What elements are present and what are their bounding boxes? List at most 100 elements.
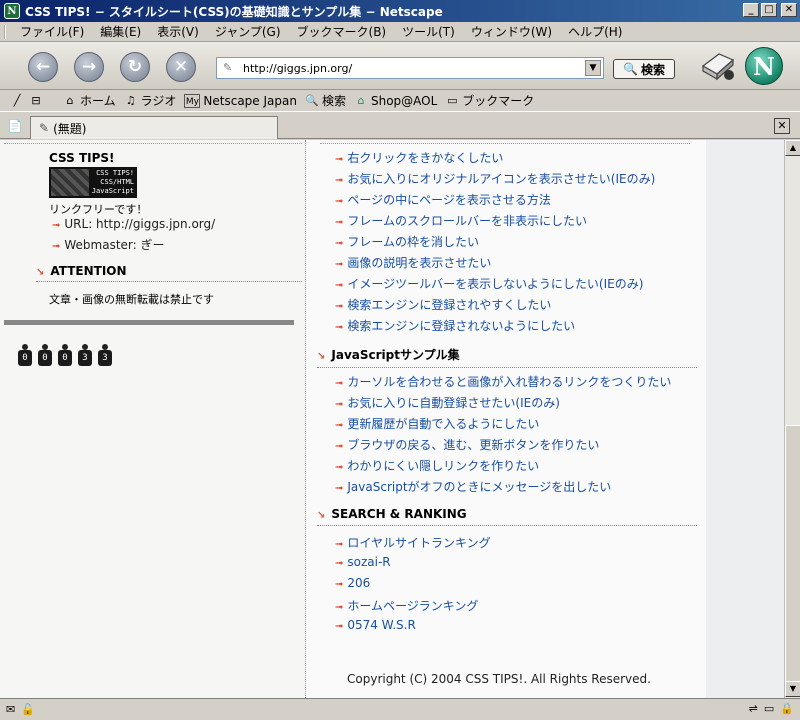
- webmaster-link[interactable]: ➟ Webmaster: ぎー: [52, 236, 165, 253]
- js-link[interactable]: ➟ ブラウザの戻る、進む、更新ボタンを作りたい: [335, 436, 599, 453]
- mail-status-icon[interactable]: ✉: [6, 703, 15, 716]
- link-text: 206: [347, 576, 371, 590]
- scroll-up-button[interactable]: ▲: [785, 140, 800, 156]
- tab-bar: 📄 ✎ (無題) ✕: [0, 113, 800, 139]
- arrow-icon: ➟: [52, 241, 61, 252]
- ranking-link[interactable]: ➟ 206: [335, 576, 370, 590]
- js-link[interactable]: ➟ わかりにくい隠しリンクを作りたい: [335, 457, 539, 474]
- bookmark-label: ラジオ: [140, 94, 177, 108]
- css-link[interactable]: ➟ お気に入りにオリジナルアイコンを表示させたい(IEのみ): [335, 170, 655, 187]
- css-link[interactable]: ➟ フレームのスクロールバーを非表示にしたい: [335, 212, 587, 229]
- bookmark-shop-aol[interactable]: ⌂ Shop@AOL: [354, 94, 437, 108]
- close-window-button[interactable]: ✕: [781, 3, 797, 17]
- arrow-icon: ➟: [335, 441, 344, 452]
- js-link[interactable]: ➟ カーソルを合わせると画像が入れ替わるリンクをつくりたい: [335, 373, 671, 390]
- ranking-link[interactable]: ➟ ロイヤルサイトランキング: [335, 534, 491, 551]
- arrow-icon: ➟: [335, 196, 344, 207]
- back-button[interactable]: ←: [28, 52, 58, 82]
- menu-go[interactable]: ジャンプ(G): [207, 23, 289, 40]
- bookmark-netscape-japan[interactable]: My Netscape Japan: [184, 93, 297, 108]
- arrow-icon: ➟: [335, 579, 344, 590]
- menu-window[interactable]: ウィンドウ(W): [463, 23, 560, 40]
- ranking-link[interactable]: ➟ ホームページランキング: [335, 597, 478, 614]
- access-counter: 0 0 0 3 3: [18, 344, 112, 366]
- maximize-button[interactable]: □: [761, 3, 777, 17]
- netscape-app-icon[interactable]: N: [4, 3, 20, 19]
- link-text: ブラウザの戻る、進む、更新ボタンを作りたい: [347, 438, 600, 452]
- link-text: 検索エンジンに登録されやすくしたい: [347, 298, 552, 312]
- bookmark-radio[interactable]: ♫ ラジオ: [124, 92, 177, 109]
- site-banner[interactable]: CSS TIPS! CSS/HTML JavaScript: [49, 167, 137, 198]
- ranking-link[interactable]: ➟ 0574 W.S.R: [335, 618, 416, 632]
- menu-file[interactable]: ファイル(F): [12, 23, 92, 40]
- forward-button[interactable]: →: [74, 52, 104, 82]
- menubar-grip[interactable]: [4, 24, 8, 39]
- section-heading-text: SEARCH & RANKING: [331, 507, 467, 521]
- connection-icon[interactable]: ⇌: [749, 702, 758, 715]
- menu-bar: ファイル(F) 編集(E) 表示(V) ジャンプ(G) ブックマーク(B) ツー…: [0, 22, 800, 42]
- status-bar: ✉ 🔓 ⇌ ▭ 🔒: [0, 698, 800, 720]
- search-button[interactable]: 🔍 検索: [613, 59, 675, 79]
- css-link[interactable]: ➟ 右クリックをきかなくしたい: [335, 149, 503, 166]
- js-link[interactable]: ➟ お気に入りに自動登録させたい(IEのみ): [335, 394, 560, 411]
- main-top-rule: [320, 143, 690, 144]
- security-icon[interactable]: 🔓: [21, 703, 35, 716]
- netscape-logo-button[interactable]: N: [745, 47, 783, 85]
- scroll-thumb[interactable]: [785, 425, 800, 697]
- lock-icon[interactable]: 🔒: [780, 702, 794, 715]
- offline-icon[interactable]: ▭: [764, 702, 774, 715]
- link-text: カーソルを合わせると画像が入れ替わるリンクをつくりたい: [347, 375, 672, 389]
- link-text: ホームページランキング: [347, 599, 479, 613]
- js-link[interactable]: ➟ JavaScriptがオフのときにメッセージを出したい: [335, 478, 611, 495]
- arrow-icon: ➟: [335, 399, 344, 410]
- reload-button[interactable]: ↻: [120, 52, 150, 82]
- tab-untitled[interactable]: ✎ (無題): [30, 116, 278, 139]
- css-link[interactable]: ➟ 検索エンジンに登録されやすくしたい: [335, 296, 551, 313]
- bookmark-label: Netscape Japan: [203, 93, 297, 108]
- banner-line: CSS/HTML: [100, 178, 134, 186]
- bookmark-folder[interactable]: ▭ ブックマーク: [445, 92, 534, 109]
- css-link[interactable]: ➟ ページの中にページを表示させる方法: [335, 191, 551, 208]
- stop-button[interactable]: ✕: [166, 52, 196, 82]
- heading-marker-icon: ↘: [317, 351, 326, 362]
- link-text: ページの中にページを表示させる方法: [347, 193, 551, 207]
- arrow-icon: ➟: [335, 483, 344, 494]
- arrow-icon: ➟: [335, 217, 344, 228]
- toolbar-grip-icon[interactable]: ╱: [8, 94, 26, 108]
- bookmark-search[interactable]: 🔍 検索: [305, 92, 346, 109]
- menu-view[interactable]: 表示(V): [149, 23, 207, 40]
- bookmark-home[interactable]: ⌂ ホーム: [63, 92, 116, 109]
- minimize-button[interactable]: _: [743, 3, 759, 17]
- bookmark-label: ホーム: [80, 94, 116, 108]
- sidebar-toggle-icon[interactable]: ⊟: [29, 94, 43, 108]
- menu-bookmarks[interactable]: ブックマーク(B): [289, 23, 395, 40]
- menu-help[interactable]: ヘルプ(H): [560, 23, 630, 40]
- heading-marker-icon: ↘: [36, 267, 45, 278]
- arrow-icon: ➟: [335, 420, 344, 431]
- url-link[interactable]: ➟ URL: http://giggs.jpn.org/: [52, 217, 215, 231]
- ranking-link[interactable]: ➟ sozai-R: [335, 555, 391, 569]
- css-link[interactable]: ➟ フレームの枠を消したい: [335, 233, 479, 250]
- link-text: わかりにくい隠しリンクを作りたい: [347, 459, 540, 473]
- js-link[interactable]: ➟ 更新履歴が自動で入るようにしたい: [335, 415, 539, 432]
- vertical-scrollbar[interactable]: ▲ ▼: [784, 140, 800, 698]
- javascript-heading: ↘ JavaScriptサンプル集: [317, 346, 697, 368]
- menu-edit[interactable]: 編集(E): [92, 23, 149, 40]
- window-title: CSS TIPS! − スタイルシート(CSS)の基礎知識とサンプル集 − Ne…: [25, 4, 443, 19]
- link-text: イメージツールバーを表示しないようにしたい(IEのみ): [347, 277, 644, 291]
- counter-digit: 0: [38, 344, 52, 366]
- new-tab-icon[interactable]: 📄: [6, 118, 24, 134]
- url-dropdown-button[interactable]: ▼: [585, 60, 601, 76]
- css-link[interactable]: ➟ イメージツールバーを表示しないようにしたい(IEのみ): [335, 275, 643, 292]
- counter-digit: 0: [18, 344, 32, 366]
- url-field[interactable]: ✎ http://giggs.jpn.org/ ▼: [216, 57, 604, 79]
- menu-tools[interactable]: ツール(T): [394, 23, 463, 40]
- css-link[interactable]: ➟ 画像の説明を表示させたい: [335, 254, 491, 271]
- shop-icon: ⌂: [357, 93, 365, 107]
- print-icon[interactable]: [697, 48, 737, 82]
- link-text: フレームの枠を消したい: [347, 235, 480, 249]
- css-link[interactable]: ➟ 検索エンジンに登録されないようにしたい: [335, 317, 575, 334]
- close-tab-button[interactable]: ✕: [774, 118, 790, 134]
- scroll-down-button[interactable]: ▼: [785, 681, 800, 697]
- left-separator: [4, 320, 294, 325]
